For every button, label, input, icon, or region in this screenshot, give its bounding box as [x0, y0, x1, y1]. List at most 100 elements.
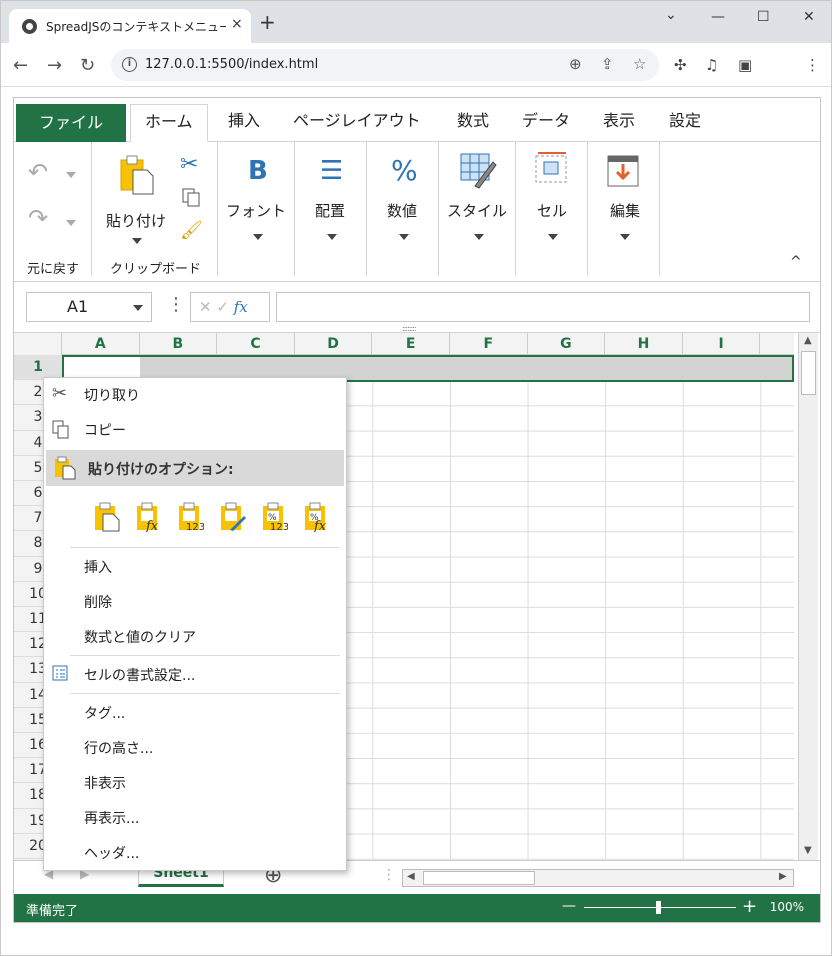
- menu-item-delete[interactable]: 削除: [84, 592, 112, 612]
- splitter-icon[interactable]: ⋮: [382, 867, 396, 883]
- paste-formatting-icon[interactable]: [220, 502, 246, 532]
- menu-item-clear[interactable]: 数式と値のクリア: [84, 627, 196, 647]
- more-vertical-icon[interactable]: ⋮: [167, 294, 185, 315]
- scroll-left-icon[interactable]: ◀: [407, 871, 415, 882]
- style-group[interactable]: スタイル: [439, 142, 516, 276]
- menu-item-header[interactable]: ヘッダ...: [84, 843, 139, 863]
- paste-icon[interactable]: [119, 154, 155, 196]
- tab-close-button[interactable]: ×: [231, 16, 243, 32]
- extensions-icon[interactable]: ✣: [674, 56, 687, 74]
- tab-insert[interactable]: 挿入: [228, 104, 260, 142]
- zoom-slider-knob[interactable]: [656, 901, 661, 914]
- maximize-button[interactable]: ☐: [757, 9, 770, 25]
- copy-icon: [52, 420, 69, 439]
- menu-item-tag[interactable]: タグ...: [84, 703, 125, 723]
- back-icon[interactable]: ←: [13, 55, 28, 76]
- column-header-c[interactable]: C: [217, 333, 295, 355]
- paste-formulas-format-icon[interactable]: %fx: [304, 502, 330, 532]
- zoom-out-button[interactable]: —: [562, 898, 576, 914]
- scroll-up-icon[interactable]: ▲: [804, 335, 812, 346]
- menu-item-insert[interactable]: 挿入: [84, 557, 112, 577]
- cells-group[interactable]: セル: [516, 142, 588, 276]
- zoom-level[interactable]: 100%: [770, 900, 804, 914]
- undo-dropdown-icon[interactable]: [66, 172, 76, 178]
- share-icon[interactable]: ⇪: [601, 55, 614, 73]
- clipboard-group: 貼り付け ✂ 🖌 クリップボード: [92, 142, 218, 277]
- name-box-dropdown-icon[interactable]: [133, 305, 143, 311]
- redo-dropdown-icon[interactable]: [66, 220, 76, 226]
- sidepanel-icon[interactable]: ▣: [738, 56, 752, 74]
- cut-icon[interactable]: ✂: [180, 152, 198, 177]
- column-header-e[interactable]: E: [372, 333, 450, 355]
- menu-item-format-cells[interactable]: セルの書式設定...: [84, 665, 195, 685]
- menu-item-cut[interactable]: 切り取り: [84, 385, 140, 405]
- column-header-g[interactable]: G: [528, 333, 606, 355]
- browser-tab[interactable]: SpreadJSのコンテキストメニューのカスタマイズ ×: [9, 9, 251, 43]
- minimize-button[interactable]: —: [711, 9, 725, 25]
- tab-page-layout[interactable]: ページレイアウト: [293, 104, 421, 142]
- paste-values-format-icon[interactable]: %123: [262, 502, 288, 532]
- svg-text:123: 123: [270, 522, 288, 532]
- tab-view[interactable]: 表示: [603, 104, 635, 142]
- status-bar: 準備完了 — + 100%: [14, 894, 820, 922]
- menu-item-unhide[interactable]: 再表示...: [84, 808, 139, 828]
- font-group[interactable]: B フォント: [218, 142, 295, 276]
- more-menu-icon[interactable]: ⋮: [805, 56, 820, 74]
- column-header-a[interactable]: A: [62, 333, 140, 355]
- vertical-scrollbar[interactable]: ▲ ▼: [798, 333, 818, 860]
- tab-formulas[interactable]: 数式: [457, 104, 489, 142]
- format-painter-icon[interactable]: 🖌: [180, 220, 203, 241]
- tab-settings[interactable]: 設定: [669, 104, 701, 142]
- paste-label[interactable]: 貼り付け: [106, 210, 166, 231]
- zoom-icon[interactable]: ⊕: [569, 55, 582, 73]
- horizontal-scrollbar[interactable]: ◀ ▶: [402, 869, 794, 887]
- paste-formulas-icon[interactable]: fx: [136, 502, 162, 532]
- menu-item-copy[interactable]: コピー: [84, 420, 126, 440]
- zoom-in-button[interactable]: +: [742, 896, 757, 917]
- style-label: スタイル: [447, 202, 508, 220]
- chevron-down-icon[interactable]: ⌄: [665, 7, 677, 23]
- info-icon[interactable]: i: [122, 57, 137, 72]
- fx-icon[interactable]: fx: [234, 298, 248, 316]
- redo-icon[interactable]: ↷: [28, 204, 48, 232]
- column-header-f[interactable]: F: [450, 333, 528, 355]
- edit-label: 編集: [610, 202, 641, 220]
- column-header-d[interactable]: D: [295, 333, 373, 355]
- separator: [70, 655, 340, 656]
- name-box[interactable]: A1: [26, 292, 152, 322]
- media-icon[interactable]: ♫: [705, 56, 718, 74]
- url-field[interactable]: i 127.0.0.1:5500/index.html ⊕ ⇪ ☆: [111, 49, 659, 81]
- column-header-h[interactable]: H: [605, 333, 683, 355]
- vertical-scroll-thumb[interactable]: [801, 351, 816, 395]
- cancel-icon[interactable]: ✕: [199, 298, 212, 316]
- tab-data[interactable]: データ: [522, 104, 570, 142]
- star-icon[interactable]: ☆: [633, 55, 646, 73]
- menu-item-row-height[interactable]: 行の高さ...: [84, 738, 153, 758]
- paste-dropdown-icon[interactable]: [132, 238, 142, 244]
- align-group[interactable]: ☰ 配置: [295, 142, 367, 276]
- style-icon: [460, 153, 497, 189]
- paste-all-icon[interactable]: [94, 502, 120, 532]
- collapse-ribbon-icon[interactable]: ^: [790, 254, 802, 270]
- select-all-corner[interactable]: [14, 333, 62, 355]
- edit-group[interactable]: 編集: [588, 142, 660, 276]
- menu-item-hide[interactable]: 非表示: [84, 773, 126, 793]
- file-tab[interactable]: ファイル: [16, 104, 126, 142]
- column-header-b[interactable]: B: [140, 333, 218, 355]
- confirm-icon[interactable]: ✓: [216, 298, 229, 316]
- tab-home[interactable]: ホーム: [130, 104, 208, 142]
- scroll-down-icon[interactable]: ▼: [804, 845, 812, 856]
- new-tab-button[interactable]: +: [259, 12, 276, 32]
- horizontal-scroll-thumb[interactable]: [423, 871, 535, 885]
- paste-values-icon[interactable]: 123: [178, 502, 204, 532]
- number-group[interactable]: % 数値: [367, 142, 439, 276]
- column-header-i[interactable]: I: [683, 333, 761, 355]
- undo-icon[interactable]: ↶: [28, 158, 48, 186]
- reload-icon[interactable]: ↻: [80, 55, 95, 76]
- tab-title: SpreadJSのコンテキストメニューのカスタマイズ: [46, 20, 226, 34]
- forward-icon[interactable]: →: [47, 55, 62, 76]
- copy-icon[interactable]: [182, 188, 200, 208]
- formula-input[interactable]: [276, 292, 810, 322]
- close-window-button[interactable]: ✕: [803, 9, 815, 25]
- scroll-right-icon[interactable]: ▶: [779, 871, 787, 882]
